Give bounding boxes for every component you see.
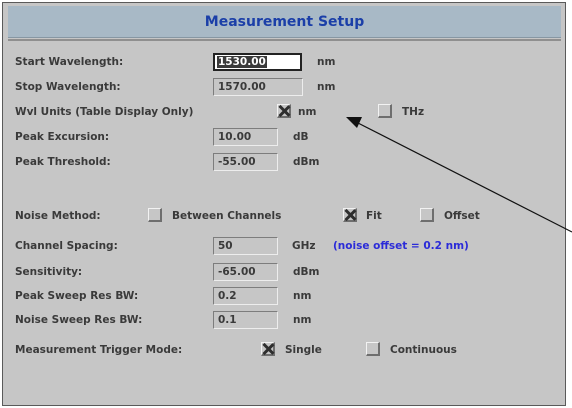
callout-arrow-overlay (346, 117, 572, 233)
callout-arrow (346, 117, 572, 233)
